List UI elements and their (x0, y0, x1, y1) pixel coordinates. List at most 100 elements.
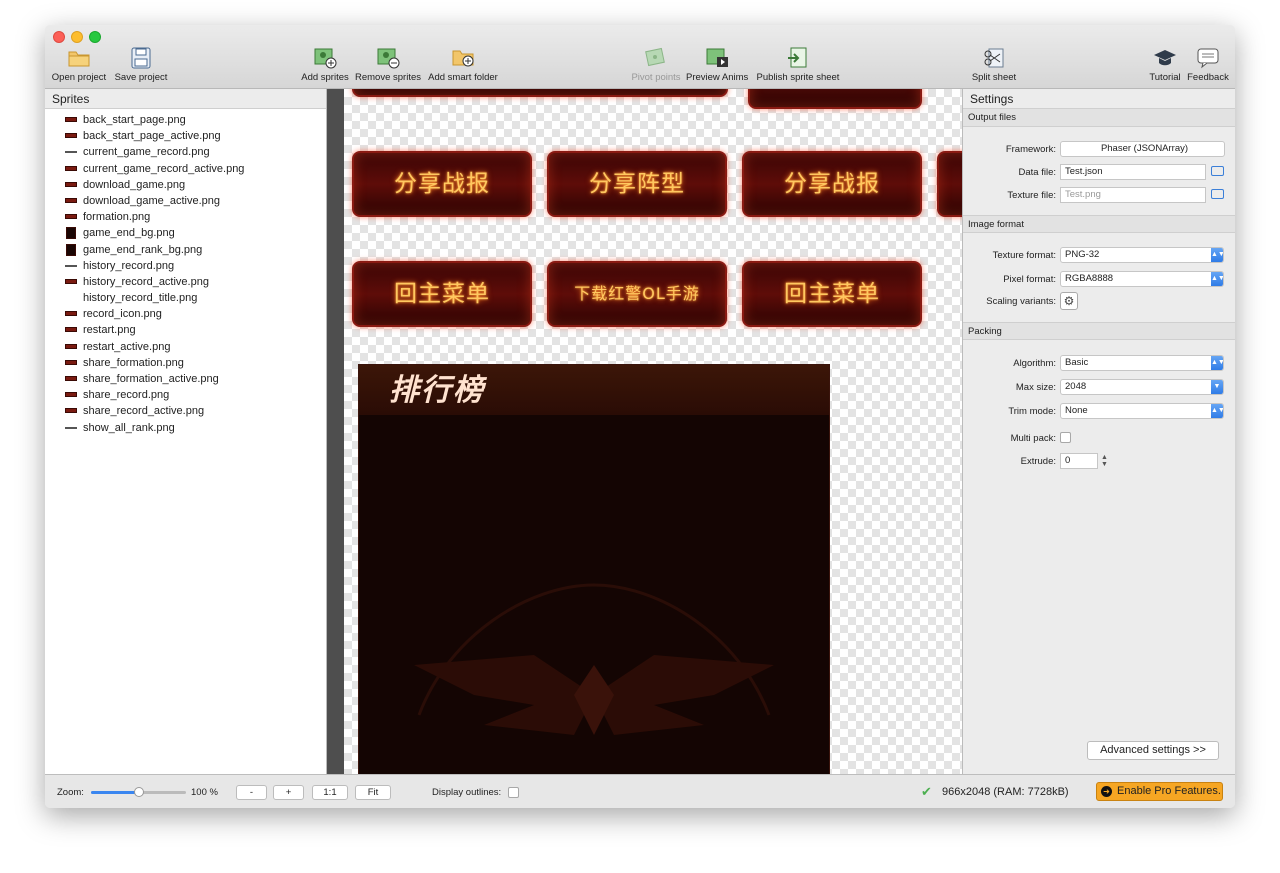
max-size-value: 2048 (1065, 381, 1087, 392)
sprite-list-item[interactable]: share_formation_active.png (45, 371, 326, 387)
add-smart-folder-button[interactable]: Add smart folder (427, 47, 499, 83)
zoom-slider[interactable] (91, 787, 186, 797)
minimize-window-button[interactable] (71, 31, 83, 43)
save-project-button[interactable]: Save project (113, 47, 169, 83)
data-file-label: Data file: (1018, 167, 1057, 178)
sprite-list-item[interactable]: back_start_page.png (45, 112, 326, 128)
zoom-window-button[interactable] (89, 31, 101, 43)
sprite-back-start-page-active: 回主菜单 (742, 261, 922, 327)
sprite-list-item[interactable]: share_record.png (45, 387, 326, 403)
sprite-list-item[interactable]: back_start_page_active.png (45, 128, 326, 144)
extrude-input[interactable]: 0 (1060, 453, 1098, 469)
zoom-fit-button[interactable]: Fit (355, 785, 391, 800)
scissors-icon (981, 47, 1007, 69)
framework-button[interactable]: Phaser (JSONArray) (1060, 141, 1225, 157)
toolbar: Open project Save project Add sprites Re… (45, 25, 1235, 89)
trim-mode-value: None (1065, 405, 1088, 416)
sprite-thumbnail-icon (65, 327, 77, 333)
remove-sprites-button[interactable]: Remove sprites (355, 47, 421, 83)
sprite-download-game: 下载红警OL手游 (547, 261, 727, 327)
texture-format-value: PNG-32 (1065, 249, 1100, 260)
floppy-disk-icon (128, 47, 154, 69)
sprite-list-item[interactable]: download_game.png (45, 177, 326, 193)
pivot-points-button[interactable]: Pivot points (629, 47, 683, 83)
transparent-checkerboard: 分享战报 分享阵型 分享战报 回主菜单 下载红警OL手游 回主菜单 排行榜 (344, 89, 962, 774)
sprite-thumbnail-icon (66, 227, 76, 240)
tutorial-button[interactable]: Tutorial (1145, 47, 1185, 83)
display-outlines-label: Display outlines: (432, 787, 502, 798)
sprite-thumbnail-icon (65, 264, 77, 267)
data-file-folder-icon[interactable] (1211, 166, 1224, 176)
sprite-list-item[interactable]: game_end_bg.png (45, 225, 326, 241)
data-file-input[interactable]: Test.json (1060, 164, 1206, 180)
sprite-list-item-label: history_record_active.png (83, 275, 209, 288)
sprite-thumbnail-icon (66, 243, 76, 256)
sprite-thumbnail-icon (65, 311, 77, 317)
multi-pack-checkbox[interactable] (1060, 432, 1071, 443)
split-sheet-button[interactable]: Split sheet (969, 47, 1019, 83)
texture-file-folder-icon[interactable] (1211, 189, 1224, 199)
pixel-format-label: Pixel format: (1003, 274, 1056, 285)
select-arrows-icon: ▲▼ (1211, 356, 1223, 370)
texture-file-input[interactable]: Test.png (1060, 187, 1206, 203)
sprite-list-item[interactable]: current_game_record_active.png (45, 161, 326, 177)
zoom-in-button[interactable]: + (273, 785, 304, 800)
sprite-list-item-label: history_record.png (83, 259, 175, 272)
sprite-list-item-label: current_game_record_active.png (83, 162, 245, 175)
sprite-list-item[interactable]: history_record_active.png (45, 274, 326, 290)
sprite-list-item[interactable]: current_game_record.png (45, 144, 326, 160)
sprite-list-item[interactable]: history_record.png (45, 258, 326, 274)
max-size-combo[interactable]: 2048 ▼ (1060, 379, 1224, 395)
sprite-partial-top-2 (748, 89, 922, 109)
zoom-out-button[interactable]: - (236, 785, 267, 800)
settings-panel: Settings Output files Framework: Phaser … (962, 89, 1235, 774)
publish-sprite-sheet-button[interactable]: Publish sprite sheet (755, 47, 841, 83)
zoom-actual-size-button[interactable]: 1:1 (312, 785, 348, 800)
sprite-sheet-canvas[interactable]: 分享战报 分享阵型 分享战报 回主菜单 下载红警OL手游 回主菜单 排行榜 (327, 89, 962, 774)
sprites-panel-header: Sprites (45, 89, 326, 109)
sprite-thumbnail-icon (65, 392, 77, 398)
extrude-stepper[interactable]: ▲ ▼ (1101, 454, 1108, 468)
sprite-thumbnail-icon (65, 295, 77, 300)
trim-mode-select[interactable]: None ▲▼ (1060, 403, 1224, 419)
sprite-game-end-rank-bg: 排行榜 (358, 364, 830, 774)
sprites-panel: Sprites back_start_page.png back_start_pa… (45, 89, 327, 774)
sprite-list-item[interactable]: record_icon.png (45, 306, 326, 322)
feedback-button[interactable]: Feedback (1186, 47, 1230, 83)
add-sprites-button[interactable]: Add sprites (299, 47, 351, 83)
sprite-list-item[interactable]: restart.png (45, 322, 326, 338)
enable-pro-features-button[interactable]: ➜ Enable Pro Features. (1096, 782, 1223, 801)
zoom-slider-knob[interactable] (133, 787, 144, 797)
pixel-format-select[interactable]: RGBA8888 ▲▼ (1060, 271, 1224, 287)
graduation-cap-icon (1152, 47, 1178, 69)
sprite-list-item[interactable]: download_game_active.png (45, 193, 326, 209)
zoom-value: 100 % (191, 787, 218, 798)
sprite-list-item[interactable]: history_record_title.png (45, 290, 326, 306)
publish-icon (785, 47, 811, 69)
gear-icon[interactable]: ⚙ (1060, 292, 1078, 310)
texture-format-select[interactable]: PNG-32 ▲▼ (1060, 247, 1224, 263)
smart-folder-icon (450, 47, 476, 69)
sprite-list-item[interactable]: restart_active.png (45, 339, 326, 355)
sprite-list-item[interactable]: show_all_rank.png (45, 420, 326, 436)
sprite-list-item[interactable]: game_end_rank_bg.png (45, 242, 326, 258)
sprite-list-item-label: share_record.png (83, 389, 170, 402)
sprite-list-item[interactable]: share_formation.png (45, 355, 326, 371)
sprite-list-item[interactable]: share_record_active.png (45, 403, 326, 419)
sprite-list-item[interactable]: formation.png (45, 209, 326, 225)
rank-title: 排行榜 (359, 365, 829, 415)
pivot-icon (643, 47, 669, 69)
display-outlines-checkbox[interactable] (508, 787, 519, 798)
extrude-label: Extrude: (1020, 456, 1056, 467)
sprite-thumbnail-icon (65, 214, 77, 220)
algorithm-select[interactable]: Basic ▲▼ (1060, 355, 1224, 371)
pixel-format-value: RGBA8888 (1065, 273, 1114, 284)
close-window-button[interactable] (53, 31, 65, 43)
output-files-section: Output files (963, 109, 1235, 127)
sprite-share-record: 分享战报 (352, 151, 532, 217)
sprite-thumbnail-icon (65, 426, 77, 429)
open-project-button[interactable]: Open project (51, 47, 107, 83)
preview-anims-button[interactable]: Preview Anims (686, 47, 748, 83)
advanced-settings-button[interactable]: Advanced settings >> (1087, 741, 1219, 760)
sprite-thumbnail-icon (65, 376, 77, 381)
